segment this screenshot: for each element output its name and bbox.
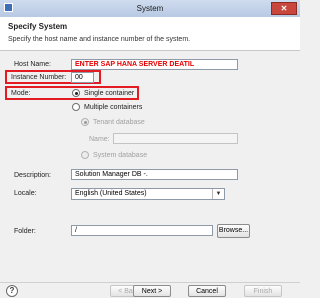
description-input[interactable]: Solution Manager DB -. (71, 169, 238, 180)
tenant-database-radio[interactable] (81, 118, 89, 126)
single-container-label: Single container (84, 90, 135, 97)
mode-label: Mode: (11, 90, 31, 97)
cancel-button[interactable]: Cancel (188, 285, 226, 297)
instance-number-input[interactable]: 00 (71, 72, 94, 83)
tenant-name-input[interactable] (113, 133, 238, 144)
locale-value: English (United States) (75, 190, 147, 197)
system-database-radio[interactable] (81, 151, 89, 159)
finish-button[interactable]: Finish (244, 285, 282, 297)
browse-button[interactable]: Browse... (217, 224, 250, 238)
help-icon[interactable]: ? (6, 285, 18, 297)
host-name-label: Host Name: (14, 61, 51, 68)
close-button[interactable]: ✕ (271, 2, 297, 15)
host-name-value: ENTER SAP HANA SERVER DEATIL (75, 61, 195, 68)
system-dialog: System ✕ Specify System Specify the host… (0, 0, 300, 297)
host-name-input[interactable]: ENTER SAP HANA SERVER DEATIL (71, 59, 238, 70)
tenant-database-label: Tenant database (93, 119, 145, 126)
multiple-containers-radio[interactable] (72, 103, 80, 111)
next-button[interactable]: Next > (133, 285, 171, 297)
window-title: System (136, 4, 164, 13)
title-bar: System ✕ (0, 0, 300, 18)
description-label: Description: (14, 172, 51, 179)
locale-label: Locale: (14, 190, 37, 197)
folder-label: Folder: (14, 228, 36, 235)
name-label: Name: (89, 136, 110, 143)
chevron-down-icon[interactable]: ▼ (212, 189, 224, 199)
locale-select[interactable]: English (United States) ▼ (71, 188, 225, 200)
multiple-containers-label: Multiple containers (84, 104, 143, 111)
single-container-radio[interactable] (72, 89, 80, 97)
folder-input[interactable]: / (71, 225, 213, 236)
page-title: Specify System (8, 22, 68, 31)
system-database-label: System database (93, 152, 148, 159)
instance-number-label: Instance Number: (11, 74, 67, 81)
page-description: Specify the host name and instance numbe… (8, 36, 191, 43)
footer-divider (0, 282, 300, 283)
wizard-header: Specify System Specify the host name and… (0, 17, 300, 51)
